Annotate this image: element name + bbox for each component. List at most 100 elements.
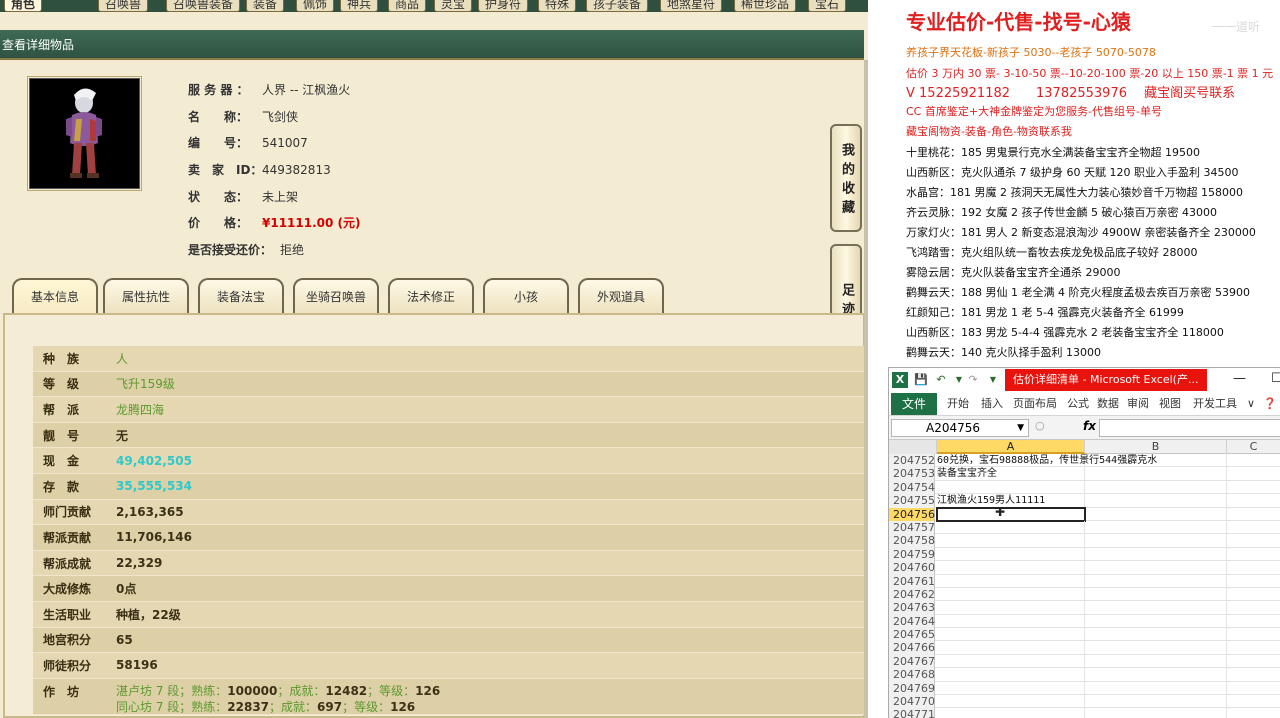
nav-tab-2[interactable]: 召唤兽装备	[166, 0, 241, 12]
cell-b[interactable]	[1085, 654, 1227, 669]
row-number[interactable]: 204758	[889, 534, 935, 548]
row-number[interactable]: 204756	[889, 507, 935, 521]
column-header-b[interactable]: B	[1085, 440, 1227, 454]
formula-input[interactable]	[1099, 419, 1280, 437]
row-number[interactable]: 204763	[889, 601, 935, 615]
cell-a[interactable]	[937, 574, 1085, 588]
row-number[interactable]: 204754	[889, 480, 935, 495]
cell-b[interactable]	[1085, 614, 1227, 629]
name-box-dropdown-icon[interactable]: ▼	[1017, 420, 1024, 436]
nav-tab-3[interactable]: 装备	[246, 0, 285, 12]
cell-a[interactable]	[937, 547, 1085, 562]
cell-a[interactable]	[936, 506, 1086, 522]
cell-b[interactable]	[1085, 574, 1227, 588]
nav-tab-10[interactable]: 孩子装备	[586, 0, 649, 12]
cell-b[interactable]	[1085, 587, 1227, 602]
cell-a[interactable]: 江枫渔火159男人11111	[937, 494, 1085, 508]
row-number[interactable]: 204755	[889, 494, 935, 508]
category-tab-2[interactable]: 装备法宝	[198, 278, 284, 314]
cell-a[interactable]	[937, 520, 1085, 535]
cell-b[interactable]	[1085, 628, 1227, 642]
excel-app-icon[interactable]: X	[892, 372, 908, 388]
nav-tab-11[interactable]: 地煞星符	[660, 0, 723, 12]
row-number[interactable]: 204765	[889, 628, 935, 642]
ribbon-tab-7[interactable]: 开发工具	[1193, 392, 1237, 416]
row-number[interactable]: 204766	[889, 641, 935, 655]
ribbon-tab-4[interactable]: 数据	[1097, 392, 1119, 416]
redo-icon[interactable]: ↷	[965, 372, 981, 388]
nav-tab-6[interactable]: 商品	[388, 0, 427, 12]
maximize-icon[interactable]: ☐	[1271, 371, 1280, 386]
save-icon[interactable]: 💾	[913, 372, 929, 388]
cell-b[interactable]	[1085, 708, 1227, 718]
cell-a[interactable]	[937, 534, 1085, 548]
row-number[interactable]: 204771	[889, 708, 935, 718]
cell-b[interactable]	[1085, 534, 1227, 548]
ribbon-tab-5[interactable]: 审阅	[1127, 392, 1149, 416]
cell-a[interactable]	[937, 708, 1085, 718]
ribbon-tab-3[interactable]: 公式	[1067, 392, 1089, 416]
minimize-icon[interactable]: —	[1233, 371, 1246, 386]
cell-b[interactable]	[1085, 601, 1227, 615]
cell-b[interactable]	[1085, 494, 1227, 508]
category-tab-0[interactable]: 基本信息	[12, 278, 98, 314]
nav-tab-9[interactable]: 特殊	[538, 0, 577, 12]
row-number[interactable]: 204753	[889, 467, 935, 481]
row-number[interactable]: 204762	[889, 587, 935, 602]
cell-a[interactable]	[937, 480, 1085, 495]
help-icon[interactable]: ❓	[1263, 392, 1277, 416]
row-number[interactable]: 204770	[889, 695, 935, 709]
cell-a[interactable]	[937, 668, 1085, 682]
cell-a[interactable]: 60兑换，宝石98888极品，传世景行544强霹克水	[937, 454, 1157, 468]
cell-a[interactable]	[937, 681, 1085, 696]
ribbon-tab-2[interactable]: 页面布局	[1013, 392, 1057, 416]
cell-b[interactable]	[1085, 668, 1227, 682]
nav-tab-7[interactable]: 灵宝	[434, 0, 473, 12]
row-number[interactable]: 204759	[889, 547, 935, 562]
cell-b[interactable]	[1085, 681, 1227, 696]
cell-b[interactable]	[1085, 480, 1227, 495]
cell-a[interactable]	[937, 695, 1085, 709]
category-tab-1[interactable]: 属性抗性	[103, 278, 189, 314]
insert-function-icon[interactable]: fx	[1083, 419, 1096, 433]
nav-tab-8[interactable]: 护身符	[478, 0, 529, 12]
nav-tab-4[interactable]: 佩饰	[296, 0, 335, 12]
row-number[interactable]: 204767	[889, 654, 935, 669]
name-box[interactable]: A204756 ▼	[891, 419, 1029, 437]
cell-b[interactable]	[1085, 520, 1227, 535]
cell-a[interactable]	[937, 654, 1085, 669]
row-number[interactable]: 204760	[889, 561, 935, 575]
cell-a[interactable]	[937, 561, 1085, 575]
cell-b[interactable]	[1085, 467, 1227, 481]
category-tab-5[interactable]: 小孩	[483, 278, 569, 314]
undo-icon[interactable]: ↶	[933, 372, 949, 388]
cell-a[interactable]	[937, 641, 1085, 655]
cell-a[interactable]: 装备宝宝齐全	[937, 467, 1085, 481]
page-scrollbar[interactable]	[864, 60, 868, 718]
cell-a[interactable]	[937, 601, 1085, 615]
nav-tab-13[interactable]: 宝石	[808, 0, 847, 12]
cell-b[interactable]	[1085, 641, 1227, 655]
cell-b[interactable]	[1085, 547, 1227, 562]
cell-a[interactable]	[937, 587, 1085, 602]
nav-tab-12[interactable]: 稀世珍品	[734, 0, 797, 12]
category-tab-6[interactable]: 外观道具	[578, 278, 664, 314]
cell-b[interactable]	[1085, 454, 1227, 468]
ribbon-file-tab[interactable]: 文件	[891, 393, 937, 415]
category-tab-3[interactable]: 坐骑召唤兽	[293, 278, 379, 314]
quick-access-dropdown-icon[interactable]: ▼	[985, 372, 1001, 388]
cell-b[interactable]	[1085, 507, 1227, 521]
category-tab-4[interactable]: 法术修正	[388, 278, 474, 314]
nav-tab-0[interactable]: 角色	[4, 0, 43, 12]
row-number[interactable]: 204764	[889, 614, 935, 629]
cell-a[interactable]	[937, 614, 1085, 629]
cell-b[interactable]	[1085, 561, 1227, 575]
row-number[interactable]: 204768	[889, 668, 935, 682]
ribbon-tab-1[interactable]: 插入	[981, 392, 1003, 416]
nav-tab-1[interactable]: 召唤兽	[98, 0, 149, 12]
row-number[interactable]: 204761	[889, 574, 935, 588]
ribbon-collapse-icon[interactable]: ∨	[1247, 392, 1255, 416]
row-number[interactable]: 204752	[889, 454, 935, 468]
ribbon-tab-6[interactable]: 视图	[1159, 392, 1181, 416]
ribbon-tab-0[interactable]: 开始	[947, 392, 969, 416]
